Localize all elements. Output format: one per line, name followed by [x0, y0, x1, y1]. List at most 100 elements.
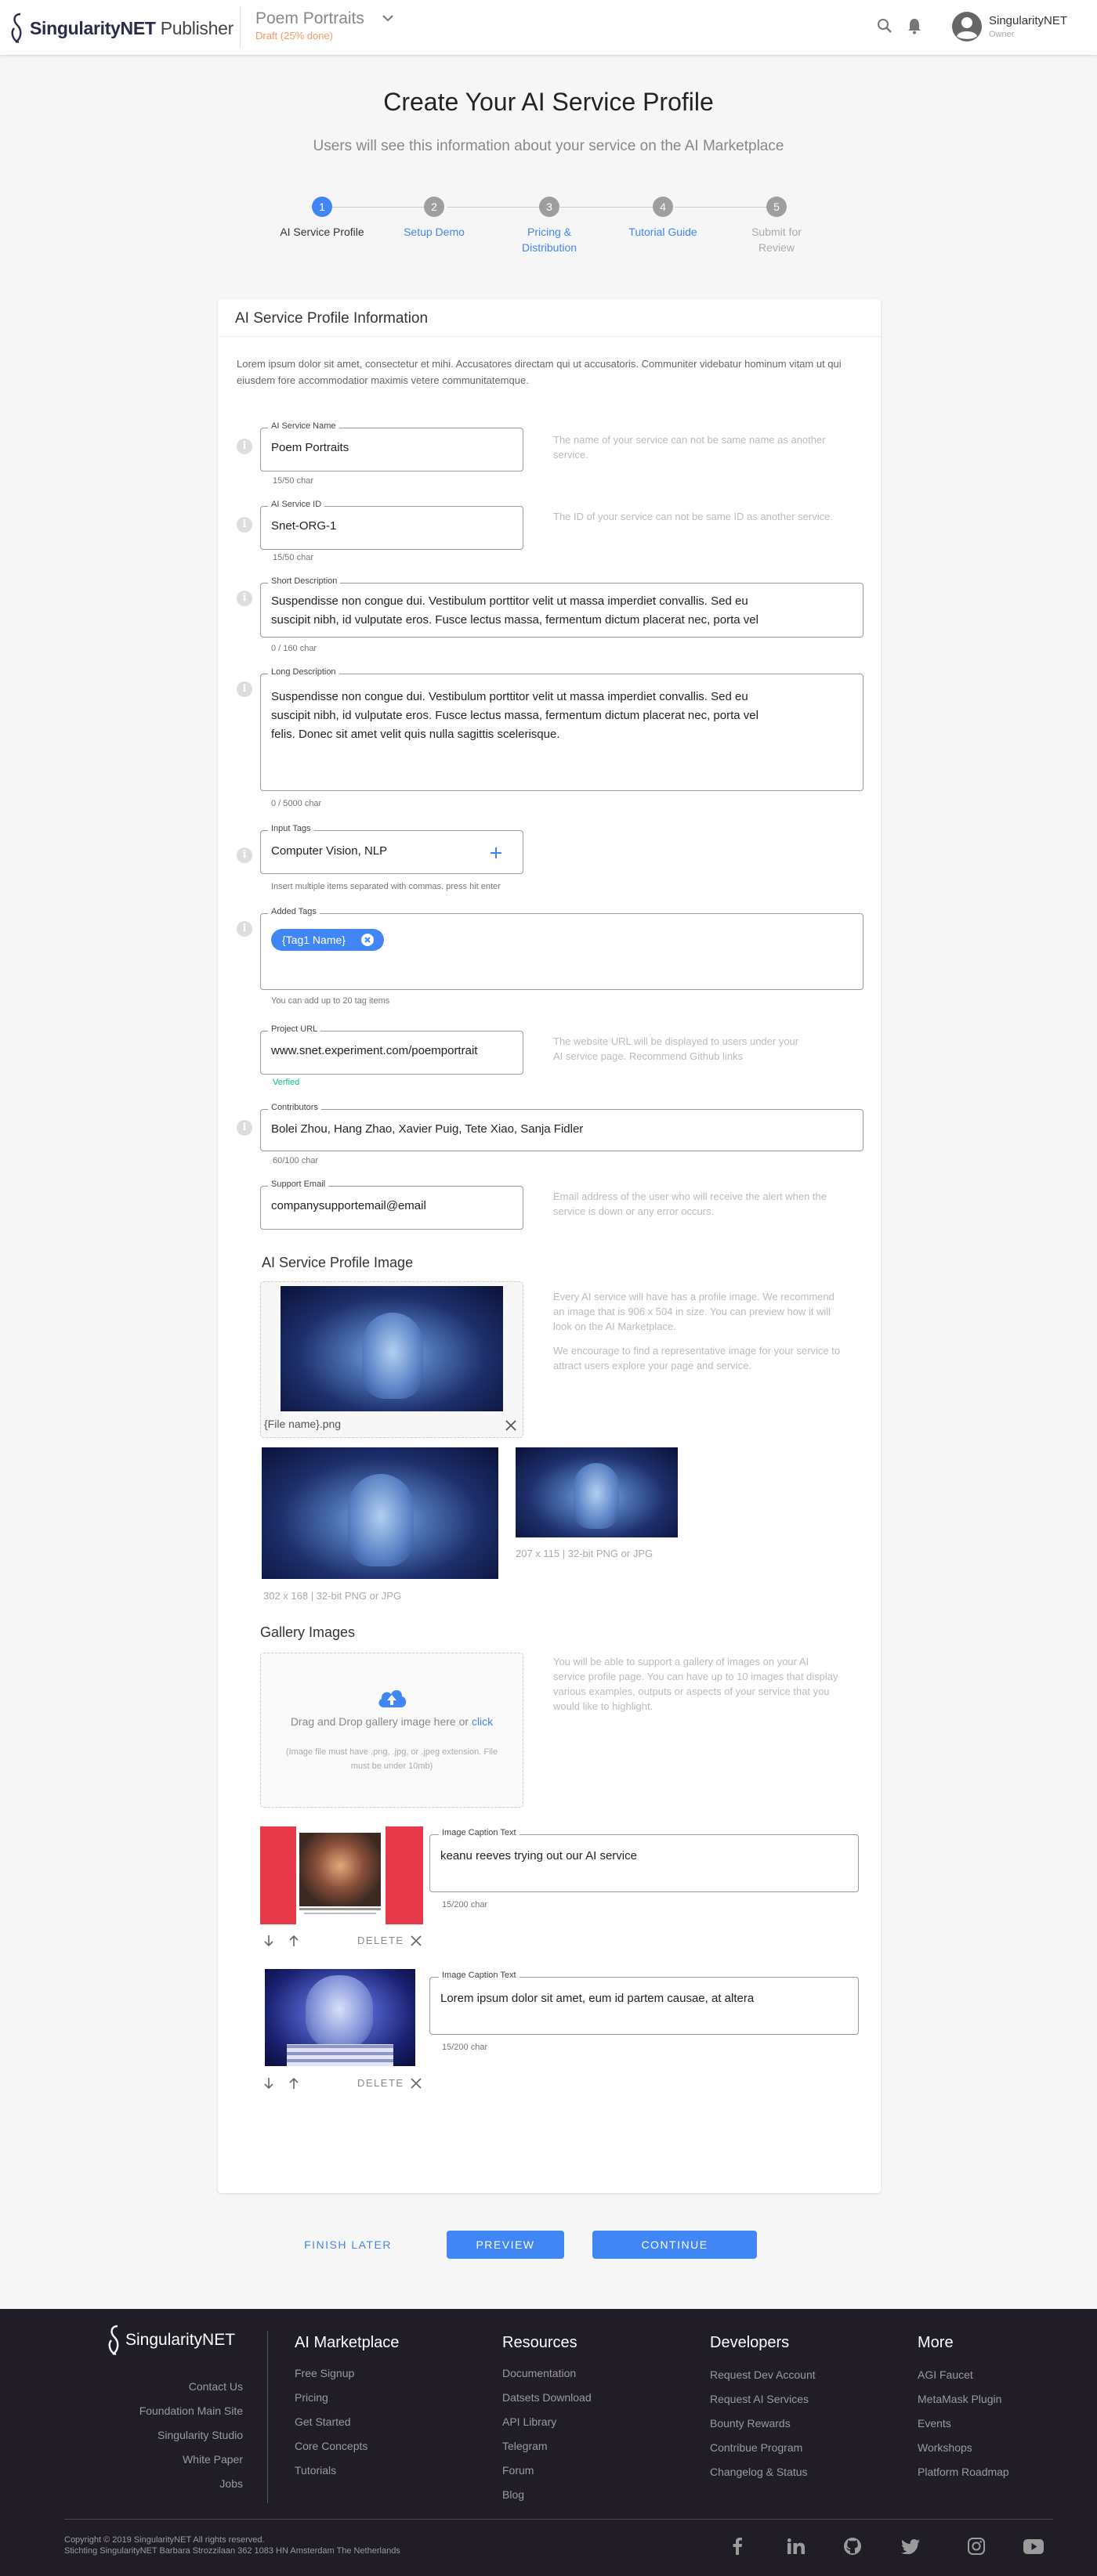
caption-input[interactable]: Lorem ipsum dolor sit amet, eum id parte… [440, 1989, 754, 2008]
chip-remove-icon[interactable] [360, 933, 375, 947]
footer-link[interactable]: Pricing [295, 2386, 399, 2410]
info-icon[interactable]: i [237, 517, 252, 533]
footer-link[interactable]: Foundation Main Site [118, 2399, 243, 2423]
move-down-icon[interactable] [263, 1935, 274, 1947]
contributors-input[interactable]: Bolei Zhou, Hang Zhao, Xavier Puig, Tete… [271, 1120, 583, 1139]
gallery-thumbnail [265, 1969, 415, 2066]
tag-chip-label: {Tag1 Name} [282, 934, 346, 946]
preview-button[interactable]: PREVIEW [447, 2231, 564, 2259]
move-up-icon[interactable] [288, 2077, 299, 2090]
footer-link[interactable]: Request AI Services [710, 2387, 816, 2412]
info-icon[interactable]: i [237, 681, 252, 697]
gallery-delete-button[interactable]: DELETE [357, 1935, 404, 1946]
footer-link[interactable]: Jobs [118, 2472, 243, 2496]
delete-x-icon[interactable] [411, 2078, 422, 2089]
gallery-delete-button[interactable]: DELETE [357, 2077, 404, 2089]
service-id-input[interactable]: Snet-ORG-1 [271, 517, 336, 536]
footer-link[interactable]: Singularity Studio [118, 2423, 243, 2448]
footer-link[interactable]: Request Dev Account [710, 2363, 816, 2387]
user-name[interactable]: SingularityNET [989, 14, 1067, 27]
footer-link[interactable]: Contact Us [118, 2375, 243, 2399]
footer-link[interactable]: AGI Faucet [918, 2363, 1009, 2387]
chevron-down-icon[interactable] [381, 11, 395, 25]
delete-x-icon[interactable] [411, 1935, 422, 1946]
youtube-icon[interactable] [1023, 2539, 1044, 2554]
info-icon[interactable]: i [237, 439, 252, 454]
footer-link[interactable]: Documentation [502, 2361, 592, 2386]
footer-brand: SingularityNET [125, 2331, 236, 2349]
stepper-connector [447, 207, 548, 208]
step-2-circle[interactable]: 2 [424, 197, 444, 217]
long-description-input[interactable]: Suspendisse non congue dui. Vestibulum p… [271, 688, 859, 744]
footer-link[interactable]: MetaMask Plugin [918, 2387, 1009, 2412]
footer-link[interactable]: Forum [502, 2459, 592, 2483]
tag-chip[interactable]: {Tag1 Name} [271, 929, 384, 951]
input-tags-input[interactable]: Computer Vision, NLP [271, 842, 387, 861]
step-2-label[interactable]: Setup Demo [379, 224, 489, 240]
move-up-icon[interactable] [288, 1935, 299, 1947]
project-url-status: Verfied [273, 1078, 300, 1087]
footer-link[interactable]: Core Concepts [295, 2434, 399, 2459]
step-1-label[interactable]: AI Service Profile [267, 224, 377, 240]
gallery-click-link[interactable]: click [472, 1715, 493, 1728]
step-3-circle[interactable]: 3 [539, 197, 559, 217]
footer-link[interactable]: Tutorials [295, 2459, 399, 2483]
brand-logo[interactable]: SingularityNET Publisher [11, 11, 234, 45]
footer-link[interactable]: Blog [502, 2483, 592, 2507]
bell-icon[interactable] [907, 17, 922, 34]
service-status: Draft (25% done) [255, 30, 333, 42]
footer-link[interactable]: Datsets Download [502, 2386, 592, 2410]
step-3-label[interactable]: Pricing & Distribution [494, 224, 604, 255]
account-circle-icon[interactable] [951, 11, 983, 42]
info-icon[interactable]: i [237, 1120, 252, 1136]
step-1-circle[interactable]: 1 [312, 197, 332, 217]
gallery-help: You will be able to support a gallery of… [553, 1656, 838, 1712]
caption-counter: 15/200 char [442, 1900, 488, 1909]
gallery-drop-text: Drag and Drop gallery image here or clic… [290, 1715, 494, 1728]
footer-link[interactable]: Platform Roadmap [918, 2460, 1009, 2484]
page-subtitle: Users will see this information about yo… [313, 138, 784, 154]
service-id-help: The ID of your service can not be same I… [553, 511, 833, 522]
instagram-icon[interactable] [968, 2538, 985, 2555]
close-icon[interactable] [505, 1419, 517, 1432]
gallery-title: Gallery Images [260, 1624, 356, 1640]
footer-link[interactable]: API Library [502, 2410, 592, 2434]
short-description-input[interactable]: Suspendisse non congue dui. Vestibulum p… [271, 592, 859, 630]
footer-logo[interactable]: SingularityNET [108, 2323, 235, 2357]
footer-link[interactable]: White Paper [118, 2448, 243, 2472]
add-icon[interactable] [489, 846, 503, 860]
footer-divider [267, 2331, 268, 2503]
footer-link[interactable]: Changelog & Status [710, 2460, 816, 2484]
footer-link[interactable]: Events [918, 2412, 1009, 2436]
facebook-icon[interactable] [732, 2538, 743, 2555]
footer-link[interactable]: Bounty Rewards [710, 2412, 816, 2436]
finish-later-button[interactable]: FINISH LATER [287, 2231, 409, 2259]
support-email-input[interactable]: companysupportemail@email [271, 1197, 426, 1216]
footer-link[interactable]: Contribue Program [710, 2436, 816, 2460]
continue-button[interactable]: CONTINUE [592, 2231, 757, 2259]
added-tags-label: Added Tags [268, 907, 320, 916]
contributors-label: Contributors [268, 1103, 321, 1112]
footer-link[interactable]: Telegram [502, 2434, 592, 2459]
info-icon[interactable]: i [237, 591, 252, 606]
footer-link[interactable]: Free Signup [295, 2361, 399, 2386]
stepper-connector [332, 207, 429, 208]
footer-link[interactable]: Workshops [918, 2436, 1009, 2460]
twitter-icon[interactable] [901, 2539, 920, 2554]
github-icon[interactable] [844, 2538, 861, 2555]
caption-input[interactable]: keanu reeves trying out our AI service [440, 1847, 637, 1866]
search-icon[interactable] [876, 17, 893, 34]
linkedin-icon[interactable] [787, 2538, 805, 2554]
info-icon[interactable]: i [237, 847, 252, 863]
service-name-input[interactable]: Poem Portraits [271, 439, 349, 457]
copyright-text: Copyright © 2019 SingularityNET All righ… [64, 2535, 265, 2545]
service-name-help: The name of your service can not be same… [553, 434, 826, 461]
step-4-circle[interactable]: 4 [653, 197, 673, 217]
footer-link[interactable]: Get Started [295, 2410, 399, 2434]
gallery-dropzone[interactable] [260, 1653, 523, 1808]
info-icon[interactable]: i [237, 921, 252, 937]
move-down-icon[interactable] [263, 2077, 274, 2090]
added-tags-hint: You can add up to 20 tag items [271, 996, 390, 1006]
project-url-input[interactable]: www.snet.experiment.com/poemportrait [271, 1042, 520, 1060]
step-4-label[interactable]: Tutorial Guide [608, 224, 718, 240]
